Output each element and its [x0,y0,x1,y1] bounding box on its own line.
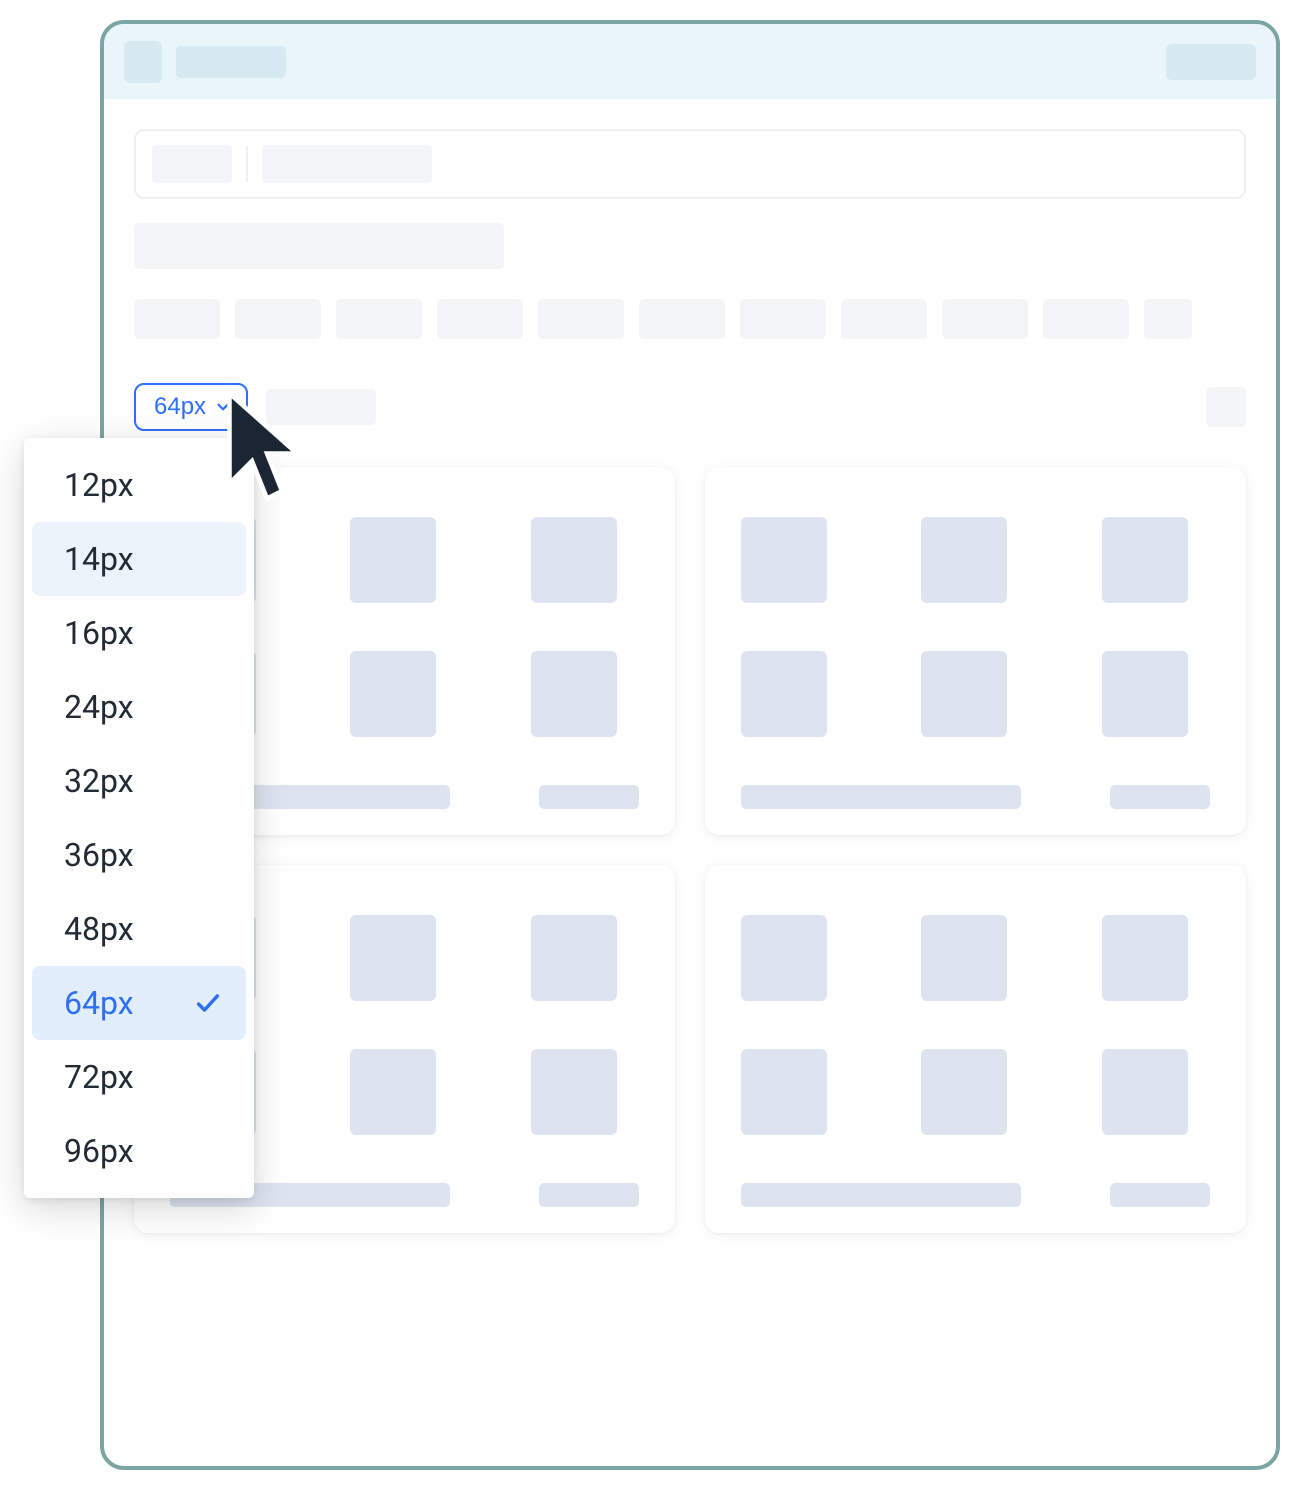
tab-item[interactable] [1043,299,1129,339]
icon-size-value: 64px [154,393,206,421]
card-title-placeholder [741,785,1021,809]
tab-item[interactable] [639,299,725,339]
size-option[interactable]: 64px [32,966,246,1040]
size-option-label: 72px [64,1058,134,1096]
size-option[interactable]: 96px [32,1114,246,1188]
size-option-label: 64px [64,984,134,1022]
tab-item[interactable] [942,299,1028,339]
search-bar[interactable] [134,129,1246,199]
titlebar-action-button[interactable] [1166,44,1256,80]
card-footer [741,1183,1210,1207]
card-footer [741,785,1210,809]
app-window: 64px [100,20,1280,1470]
size-option[interactable]: 72px [32,1040,246,1114]
size-option[interactable]: 48px [32,892,246,966]
card-meta-placeholder [1110,785,1210,809]
thumb [531,517,617,603]
card-thumb-grid [741,915,1210,1135]
thumb [350,915,436,1001]
size-option-label: 12px [64,466,134,504]
result-card[interactable] [705,467,1246,835]
thumb [350,1049,436,1135]
thumb [921,517,1007,603]
content-area: 64px [104,99,1276,1233]
thumb [1102,1049,1188,1135]
size-option[interactable]: 16px [32,596,246,670]
tab-item[interactable] [538,299,624,339]
card-thumb-grid [741,517,1210,737]
thumb [531,651,617,737]
tab-item[interactable] [841,299,927,339]
thumb [741,915,827,1001]
size-option-label: 16px [64,614,134,652]
thumb [531,915,617,1001]
tab-item[interactable] [437,299,523,339]
tab-item[interactable] [336,299,422,339]
size-option-label: 24px [64,688,134,726]
thumb [1102,915,1188,1001]
app-title-placeholder [176,46,286,78]
tab-item[interactable] [235,299,321,339]
card-meta-placeholder [539,785,639,809]
check-icon [194,989,222,1017]
thumb [741,651,827,737]
thumb [1102,517,1188,603]
tab-more[interactable] [1144,299,1192,339]
cards-grid [134,467,1246,1233]
size-option-label: 48px [64,910,134,948]
thumb [1102,651,1188,737]
search-scope-chip[interactable] [152,145,232,183]
thumb [921,915,1007,1001]
size-option[interactable]: 32px [32,744,246,818]
thumb [741,517,827,603]
search-divider [246,146,248,182]
thumb [741,1049,827,1135]
card-title-placeholder [741,1183,1021,1207]
size-option[interactable]: 14px [32,522,246,596]
thumb [921,1049,1007,1135]
size-option-label: 32px [64,762,134,800]
section-title-placeholder [134,223,504,269]
size-option-label: 36px [64,836,134,874]
icon-size-dropdown: 12px 14px 16px 24px 32px 36px 48px 64px 72px 96px [24,438,254,1198]
thumb [531,1049,617,1135]
size-option-label: 14px [64,540,134,578]
thumb [350,651,436,737]
tab-item[interactable] [134,299,220,339]
size-option[interactable]: 36px [32,818,246,892]
search-input-placeholder[interactable] [262,145,432,183]
thumb [921,651,1007,737]
size-option-label: 96px [64,1132,134,1170]
cursor-icon [222,386,312,506]
size-option[interactable]: 24px [32,670,246,744]
thumb [350,517,436,603]
tab-item[interactable] [740,299,826,339]
size-option[interactable]: 12px [32,448,246,522]
titlebar [104,24,1276,99]
card-meta-placeholder [1110,1183,1210,1207]
result-card[interactable] [705,865,1246,1233]
tabs-row [134,299,1246,339]
view-toggle-button[interactable] [1206,387,1246,427]
card-meta-placeholder [539,1183,639,1207]
app-icon [124,41,162,83]
